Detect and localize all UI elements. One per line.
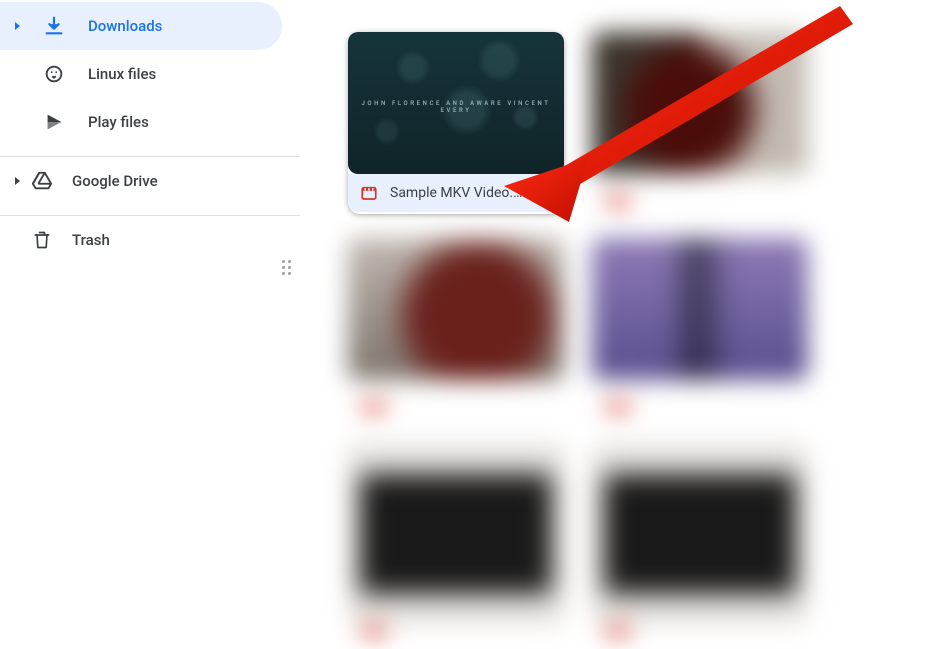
file-caption xyxy=(592,624,808,644)
file-card-selected[interactable]: JOHN FLORENCE AND AWARE VINCENT EVERY Sa… xyxy=(348,32,564,214)
caret-right-icon xyxy=(8,176,28,186)
file-name: Sample MKV Video.… xyxy=(390,185,522,201)
sidebar-item-label: Google Drive xyxy=(72,172,266,190)
trash-icon xyxy=(30,228,54,252)
sidebar-item-linux-files[interactable]: Linux files xyxy=(0,50,282,98)
video-file-icon xyxy=(360,184,378,202)
file-grid: JOHN FLORENCE AND AWARE VINCENT EVERY Sa… xyxy=(348,32,934,644)
file-thumbnail: JOHN FLORENCE AND AWARE VINCENT EVERY xyxy=(348,32,564,174)
file-thumbnail xyxy=(348,444,564,624)
sidebar-item-play-files[interactable]: Play files xyxy=(0,98,282,146)
sidebar-item-label: Play files xyxy=(88,113,266,131)
sidebar: Downloads Linux files xyxy=(0,0,300,649)
sidebar-item-label: Trash xyxy=(72,231,266,249)
google-drive-icon xyxy=(30,169,54,193)
sidebar-item-google-drive[interactable]: Google Drive xyxy=(0,157,282,205)
file-card[interactable] xyxy=(348,238,564,420)
file-caption xyxy=(592,380,808,420)
file-caption xyxy=(348,380,564,420)
sidebar-resize-handle[interactable] xyxy=(282,260,294,278)
file-thumbnail xyxy=(592,32,808,174)
file-grid-area: JOHN FLORENCE AND AWARE VINCENT EVERY Sa… xyxy=(300,0,944,649)
file-thumbnail xyxy=(592,444,808,624)
play-icon xyxy=(42,110,66,134)
linux-icon xyxy=(42,62,66,86)
sidebar-item-trash[interactable]: Trash xyxy=(0,216,282,264)
file-card[interactable] xyxy=(348,444,564,644)
file-caption xyxy=(348,624,564,644)
download-icon xyxy=(42,14,66,38)
sidebar-item-label: Linux files xyxy=(88,65,266,83)
file-card[interactable] xyxy=(592,32,808,214)
caret-right-icon xyxy=(8,21,28,31)
file-card[interactable] xyxy=(592,238,808,420)
sidebar-item-label: Downloads xyxy=(88,17,266,35)
file-thumbnail xyxy=(592,238,808,380)
thumbnail-subtitle: JOHN FLORENCE AND AWARE VINCENT EVERY xyxy=(348,100,564,114)
file-caption: Sample MKV Video.… xyxy=(348,174,564,212)
file-caption xyxy=(592,174,808,214)
file-card[interactable] xyxy=(592,444,808,644)
sidebar-item-downloads[interactable]: Downloads xyxy=(0,2,282,50)
file-thumbnail xyxy=(348,238,564,380)
